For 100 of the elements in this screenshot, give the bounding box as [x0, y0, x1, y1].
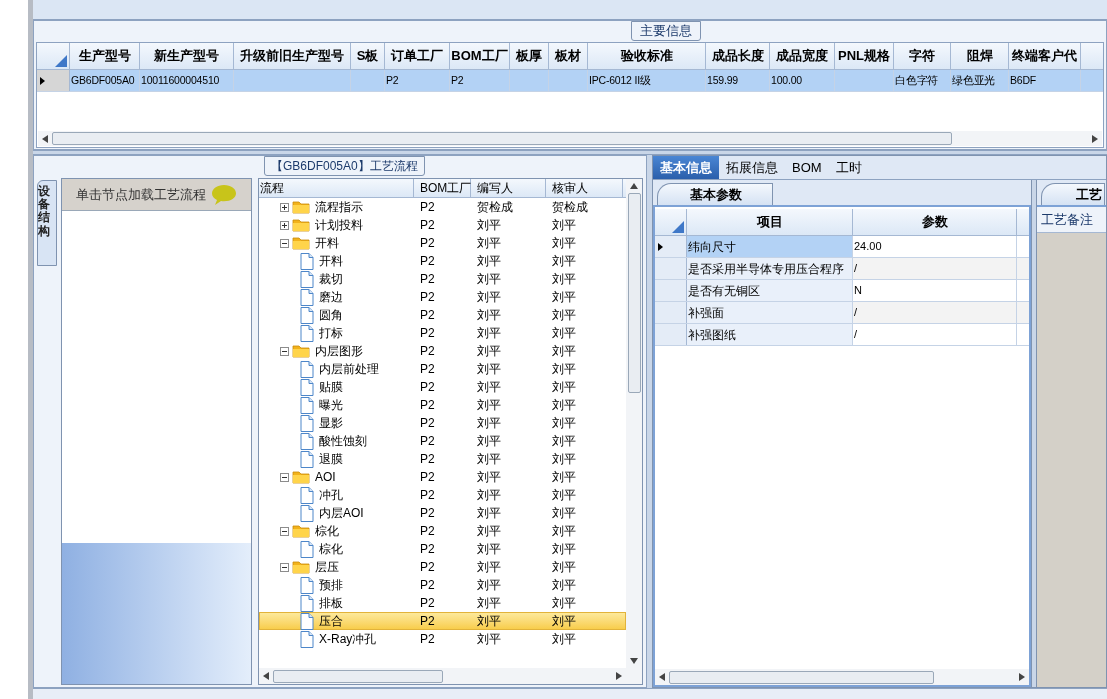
side-tab[interactable]: 设备结构	[37, 180, 57, 266]
column-header[interactable]: 编写人	[471, 179, 546, 197]
scroll-left-icon[interactable]	[263, 672, 269, 680]
column-header[interactable]: 参数	[853, 209, 1017, 235]
table-row[interactable]: 补强面 /	[655, 302, 1029, 324]
table-cell: 纬向尺寸	[687, 236, 853, 257]
scrollbar-thumb[interactable]	[627, 193, 641, 393]
tree-node-label: 内层前处理	[319, 361, 379, 378]
tree-row[interactable]: 开料 P2 刘平 刘平	[259, 252, 626, 270]
table-cell-text: P2	[419, 559, 436, 575]
tree-row[interactable]: 棕化 P2 刘平 刘平	[259, 522, 626, 540]
tree-row[interactable]: 预排 P2 刘平 刘平	[259, 576, 626, 594]
select-all-icon[interactable]	[55, 55, 67, 67]
scrollbar-thumb[interactable]	[669, 670, 934, 684]
table-cell-text: 刘平	[551, 451, 577, 467]
table-row[interactable]: 是否有无铜区 N	[655, 280, 1029, 302]
column-header[interactable]: 流程	[259, 179, 414, 197]
table-row[interactable]: GB6DF005A0 10011600004510 P2 P2 IPC-6012 II级 159.99 100.00 白色字符 绿色亚光 B6DF	[37, 70, 1103, 92]
column-header[interactable]: 板厚	[510, 43, 549, 69]
column-header[interactable]: 成品宽度	[770, 43, 835, 69]
tab[interactable]: 拓展信息	[719, 156, 785, 179]
tree-node-label: 内层图形	[315, 343, 363, 360]
scroll-down-icon[interactable]	[630, 658, 638, 664]
table-cell-text: 刘平	[551, 523, 577, 539]
select-all-icon[interactable]	[672, 221, 684, 233]
column-header[interactable]: 阻焊	[951, 43, 1009, 69]
tree-row[interactable]: 开料 P2 刘平 刘平	[259, 234, 626, 252]
tree-row[interactable]: 冲孔 P2 刘平 刘平	[259, 486, 626, 504]
horizontal-scrollbar[interactable]	[259, 668, 642, 684]
scroll-left-icon[interactable]	[42, 134, 48, 143]
column-header[interactable]: 生产型号	[70, 43, 140, 69]
horizontal-scrollbar[interactable]	[38, 131, 1102, 146]
tree-row[interactable]: 流程指示 P2 贺检成 贺检成	[259, 198, 626, 216]
scroll-right-icon[interactable]	[1092, 134, 1098, 143]
tree-row[interactable]: 磨边 P2 刘平 刘平	[259, 288, 626, 306]
notes-field[interactable]	[1037, 233, 1106, 687]
tree-row[interactable]: 退膜 P2 刘平 刘平	[259, 450, 626, 468]
expander-icon[interactable]	[280, 472, 289, 482]
expander-icon[interactable]	[280, 346, 289, 356]
column-header[interactable]: 订单工厂	[385, 43, 450, 69]
scroll-left-icon[interactable]	[659, 673, 665, 681]
tree-row[interactable]: 裁切 P2 刘平 刘平	[259, 270, 626, 288]
vertical-scrollbar[interactable]	[626, 179, 642, 668]
tree-row[interactable]: X-Ray冲孔 P2 刘平 刘平	[259, 630, 626, 648]
table-cell-text: 刘平	[551, 253, 577, 269]
horizontal-scrollbar[interactable]	[655, 669, 1029, 685]
table-row[interactable]: 补强图纸 /	[655, 324, 1029, 346]
tree-row[interactable]: 打标 P2 刘平 刘平	[259, 324, 626, 342]
column-header[interactable]: 项目	[687, 209, 853, 235]
tree-row[interactable]: 棕化 P2 刘平 刘平	[259, 540, 626, 558]
tree-row[interactable]: 内层前处理 P2 刘平 刘平	[259, 360, 626, 378]
tree-node-label: 压合	[319, 613, 343, 630]
tab[interactable]: 工时	[828, 156, 869, 179]
column-header[interactable]: 终端客户代	[1009, 43, 1081, 69]
column-header[interactable]: 板材	[549, 43, 588, 69]
document-icon	[300, 396, 314, 414]
column-header[interactable]: 成品长度	[706, 43, 770, 69]
column-header[interactable]: 字符	[894, 43, 951, 69]
scrollbar-thumb[interactable]	[273, 669, 443, 683]
column-header[interactable]: S板	[351, 43, 385, 69]
folder-icon	[292, 560, 310, 574]
tree-row[interactable]: 排板 P2 刘平 刘平	[259, 594, 626, 612]
scroll-right-icon[interactable]	[616, 672, 622, 680]
tree-row[interactable]: AOI P2 刘平 刘平	[259, 468, 626, 486]
table-row[interactable]: 纬向尺寸 24.00	[655, 236, 1029, 258]
expander-icon[interactable]	[280, 202, 289, 212]
tree-row[interactable]: 圆角 P2 刘平 刘平	[259, 306, 626, 324]
column-header[interactable]: PNL规格	[835, 43, 894, 69]
tree-row[interactable]: 压合 P2 刘平 刘平	[259, 612, 626, 630]
column-header[interactable]: BOM工厂	[450, 43, 510, 69]
table-cell-text: 刘平	[551, 343, 577, 359]
speech-bubble-icon	[211, 183, 237, 206]
table-cell-text: P2	[419, 631, 436, 647]
tree-row[interactable]: 酸性蚀刻 P2 刘平 刘平	[259, 432, 626, 450]
column-header[interactable]: 升级前旧生产型号	[234, 43, 351, 69]
column-header[interactable]: BOM工厂	[414, 179, 471, 197]
tree-row[interactable]: 内层图形 P2 刘平 刘平	[259, 342, 626, 360]
tree-row[interactable]: 内层AOI P2 刘平 刘平	[259, 504, 626, 522]
tab[interactable]: BOM	[785, 156, 829, 179]
column-header[interactable]: 核审人	[546, 179, 623, 197]
tree-row[interactable]: 计划投料 P2 刘平 刘平	[259, 216, 626, 234]
expander-icon[interactable]	[280, 562, 289, 572]
expander-icon[interactable]	[280, 238, 289, 248]
tree-node-label: 预排	[319, 577, 343, 594]
scrollbar-thumb[interactable]	[52, 132, 952, 145]
scroll-up-icon[interactable]	[630, 183, 638, 189]
tree-row[interactable]: 贴膜 P2 刘平 刘平	[259, 378, 626, 396]
tree-row[interactable]: 曝光 P2 刘平 刘平	[259, 396, 626, 414]
table-row[interactable]: 是否采用半导体专用压合程序 /	[655, 258, 1029, 280]
panel-tab[interactable]: 基本参数	[657, 183, 773, 205]
tree-row[interactable]: 层压 P2 刘平 刘平	[259, 558, 626, 576]
tab[interactable]: 基本信息	[653, 156, 719, 179]
table-cell: 绿色亚光	[951, 70, 1009, 91]
column-header[interactable]: 新生产型号	[140, 43, 234, 69]
panel-tab[interactable]: 工艺	[1041, 183, 1105, 205]
column-header[interactable]: 验收标准	[588, 43, 706, 69]
expander-icon[interactable]	[280, 220, 289, 230]
scroll-right-icon[interactable]	[1019, 673, 1025, 681]
tree-row[interactable]: 显影 P2 刘平 刘平	[259, 414, 626, 432]
expander-icon[interactable]	[280, 526, 289, 536]
